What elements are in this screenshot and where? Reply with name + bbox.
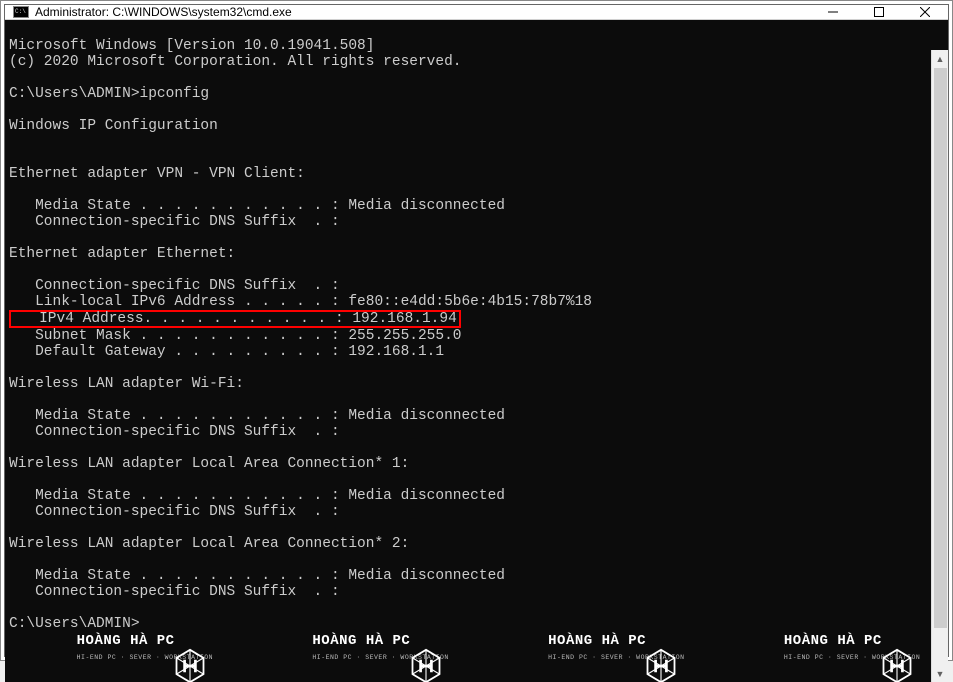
watermark-subtitle: HI-END PC · SEVER · WORKSTATION — [784, 650, 920, 666]
watermark-subtitle: HI-END PC · SEVER · WORKSTATION — [77, 650, 213, 666]
watermark-title: HOÀNG HÀ PC — [77, 634, 213, 648]
prompt-line-2: C:\Users\ADMIN> — [9, 616, 140, 632]
vpn-dns-suffix: Connection-specific DNS Suffix . : — [9, 214, 340, 230]
watermark-overlay: HOÀNG HÀ PC HI-END PC · SEVER · WORKSTATI… — [5, 632, 948, 668]
lac1-media-state: Media State . . . . . . . . . . . : Medi… — [9, 488, 505, 504]
lac1-dns-suffix: Connection-specific DNS Suffix . : — [9, 504, 340, 520]
watermark-logo-icon — [33, 632, 69, 668]
close-button[interactable] — [902, 5, 948, 19]
watermark-4: HOÀNG HÀ PC HI-END PC · SEVER · WORKSTATI… — [740, 632, 920, 668]
ipconfig-header: Windows IP Configuration — [9, 118, 218, 134]
eth-subnet-mask: Subnet Mask . . . . . . . . . . . : 255.… — [9, 328, 461, 344]
watermark-subtitle: HI-END PC · SEVER · WORKSTATION — [312, 650, 448, 666]
cmd-icon — [13, 6, 29, 18]
window-title: Administrator: C:\WINDOWS\system32\cmd.e… — [35, 5, 810, 19]
adapter-ethernet-header: Ethernet adapter Ethernet: — [9, 246, 235, 262]
minimize-button[interactable] — [810, 5, 856, 19]
maximize-button[interactable] — [856, 5, 902, 19]
eth-dns-suffix: Connection-specific DNS Suffix . : — [9, 278, 340, 294]
adapter-wifi-header: Wireless LAN adapter Wi-Fi: — [9, 376, 244, 392]
watermark-logo-icon — [268, 632, 304, 668]
cmd-window: Administrator: C:\WINDOWS\system32\cmd.e… — [4, 4, 949, 657]
eth-ipv6-address: Link-local IPv6 Address . . . . . : fe80… — [9, 294, 592, 310]
watermark-title: HOÀNG HÀ PC — [312, 634, 448, 648]
watermark-3: HOÀNG HÀ PC HI-END PC · SEVER · WORKSTATI… — [504, 632, 684, 668]
copyright-line: (c) 2020 Microsoft Corporation. All righ… — [9, 54, 461, 70]
watermark-subtitle: HI-END PC · SEVER · WORKSTATION — [548, 650, 684, 666]
wifi-dns-suffix: Connection-specific DNS Suffix . : — [9, 424, 340, 440]
lac2-media-state: Media State . . . . . . . . . . . : Medi… — [9, 568, 505, 584]
titlebar[interactable]: Administrator: C:\WINDOWS\system32\cmd.e… — [5, 5, 948, 20]
prompt-line: C:\Users\ADMIN>ipconfig — [9, 86, 209, 102]
scroll-up-arrow-icon[interactable]: ▲ — [932, 50, 948, 67]
watermark-1: HOÀNG HÀ PC HI-END PC · SEVER · WORKSTATI… — [33, 632, 213, 668]
terminal-output[interactable]: Microsoft Windows [Version 10.0.19041.50… — [5, 20, 948, 682]
scroll-down-arrow-icon[interactable]: ▼ — [932, 665, 948, 682]
adapter-vpn-header: Ethernet adapter VPN - VPN Client: — [9, 166, 305, 182]
scrollbar-thumb[interactable] — [934, 68, 947, 628]
adapter-lac1-header: Wireless LAN adapter Local Area Connecti… — [9, 456, 409, 472]
adapter-lac2-header: Wireless LAN adapter Local Area Connecti… — [9, 536, 409, 552]
watermark-logo-icon — [740, 632, 776, 668]
version-line: Microsoft Windows [Version 10.0.19041.50… — [9, 38, 374, 54]
vpn-media-state: Media State . . . . . . . . . . . : Medi… — [9, 198, 505, 214]
eth-ipv4-address-highlighted: IPv4 Address. . . . . . . . . . . : 192.… — [9, 310, 461, 328]
lac2-dns-suffix: Connection-specific DNS Suffix . : — [9, 584, 340, 600]
watermark-2: HOÀNG HÀ PC HI-END PC · SEVER · WORKSTATI… — [268, 632, 448, 668]
eth-default-gateway: Default Gateway . . . . . . . . . : 192.… — [9, 344, 444, 360]
watermark-title: HOÀNG HÀ PC — [784, 634, 920, 648]
vertical-scrollbar[interactable]: ▲ ▼ — [931, 50, 948, 682]
watermark-logo-icon — [504, 632, 540, 668]
wifi-media-state: Media State . . . . . . . . . . . : Medi… — [9, 408, 505, 424]
watermark-title: HOÀNG HÀ PC — [548, 634, 684, 648]
window-controls — [810, 5, 948, 19]
